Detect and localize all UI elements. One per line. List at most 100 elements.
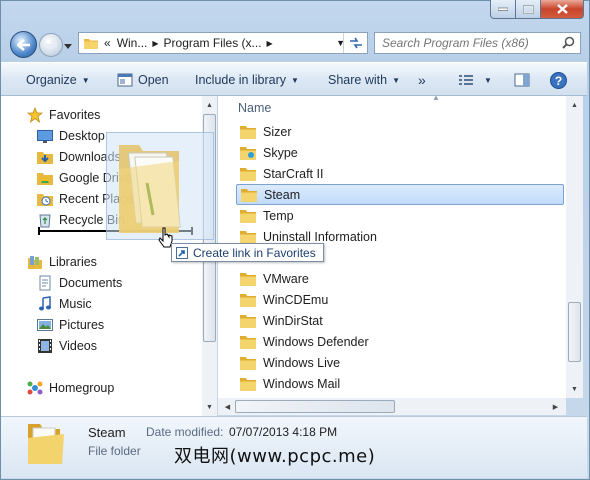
search-input[interactable] bbox=[375, 36, 555, 50]
minimize-button[interactable] bbox=[490, 0, 516, 19]
file-name: Steam bbox=[264, 187, 301, 202]
scroll-right-arrow[interactable]: ▶ bbox=[548, 400, 563, 414]
recent-places-icon bbox=[37, 191, 53, 207]
nav-item-music[interactable]: Music bbox=[37, 294, 92, 314]
change-view-button[interactable]: ▼ bbox=[458, 63, 492, 97]
share-with-button[interactable]: Share with ▼ bbox=[328, 63, 400, 97]
open-button[interactable]: Open bbox=[117, 63, 169, 97]
breadcrumb-program-files[interactable]: Program Files (x... bbox=[164, 36, 262, 50]
forward-button[interactable] bbox=[39, 33, 63, 57]
file-name: WinDirStat bbox=[263, 313, 323, 328]
file-name: Skype bbox=[263, 145, 298, 160]
downloads-icon bbox=[37, 149, 53, 165]
file-row-starcraft-ii[interactable]: StarCraft II bbox=[236, 163, 564, 184]
overflow-chevron[interactable]: « bbox=[104, 36, 111, 50]
folder-icon bbox=[240, 272, 256, 286]
file-name: Windows Mail bbox=[263, 376, 341, 391]
google-drive-icon bbox=[37, 170, 53, 186]
star-icon bbox=[27, 107, 43, 123]
scroll-up-arrow[interactable]: ▲ bbox=[567, 98, 582, 112]
folder-icon bbox=[240, 335, 256, 349]
details-item-name: Steam bbox=[88, 425, 126, 440]
folder-icon bbox=[241, 188, 257, 202]
more-commands-label: » bbox=[418, 72, 426, 88]
file-list-vertical-scrollbar[interactable]: ▲ ▼ bbox=[566, 96, 583, 398]
refresh-button[interactable] bbox=[343, 33, 367, 53]
close-button[interactable] bbox=[541, 0, 584, 19]
file-name: Windows Defender bbox=[263, 334, 369, 349]
file-row-windows-mail[interactable]: Windows Mail bbox=[236, 373, 564, 394]
music-icon bbox=[37, 296, 53, 312]
organize-button[interactable]: Organize ▼ bbox=[26, 63, 90, 97]
folder-large-icon bbox=[28, 424, 64, 464]
file-name: WinCDEmu bbox=[263, 292, 329, 307]
breadcrumb-windows[interactable]: Win... bbox=[117, 36, 148, 50]
nav-libraries[interactable]: Libraries bbox=[27, 252, 97, 272]
more-commands-button[interactable]: » bbox=[418, 63, 426, 97]
breadcrumb-separator[interactable]: ▶ bbox=[152, 39, 158, 48]
file-row-vmware[interactable]: VMware bbox=[236, 268, 564, 289]
nav-item-documents[interactable]: Documents bbox=[37, 273, 122, 293]
share-with-label: Share with bbox=[328, 73, 388, 87]
preview-pane-button[interactable] bbox=[514, 63, 530, 97]
nav-item-videos[interactable]: Videos bbox=[37, 336, 97, 356]
nav-favorites[interactable]: Favorites bbox=[27, 105, 100, 125]
search-box[interactable] bbox=[374, 32, 581, 54]
search-icon bbox=[562, 36, 575, 49]
details-item-type: File folder bbox=[88, 444, 141, 458]
file-row-windirstat[interactable]: WinDirStat bbox=[236, 310, 564, 331]
scroll-up-arrow[interactable]: ▲ bbox=[202, 98, 217, 112]
file-list-horizontal-scrollbar[interactable]: ◀ ▶ bbox=[218, 398, 566, 415]
watermark-text: 双电网(www.pcpc.me) bbox=[174, 446, 376, 467]
desktop-icon bbox=[37, 128, 53, 144]
file-name: Sizer bbox=[263, 124, 292, 139]
nav-item-desktop[interactable]: Desktop bbox=[37, 126, 105, 146]
folder-icon bbox=[240, 377, 256, 391]
file-row-temp[interactable]: Temp bbox=[236, 205, 564, 226]
file-row-windows-live[interactable]: Windows Live bbox=[236, 352, 564, 373]
nav-favorites-label: Favorites bbox=[49, 108, 101, 122]
file-row-windows-defender[interactable]: Windows Defender bbox=[236, 331, 564, 352]
drag-tooltip-text: Create link in Favorites bbox=[193, 245, 316, 260]
scroll-thumb[interactable] bbox=[235, 400, 395, 413]
details-modified-value: 07/07/2013 4:18 PM bbox=[229, 425, 338, 439]
caption-buttons bbox=[490, 0, 584, 19]
file-row-wincdemu[interactable]: WinCDEmu bbox=[236, 289, 564, 310]
back-button[interactable] bbox=[10, 31, 37, 58]
drag-ghost-image bbox=[106, 132, 214, 240]
file-row-sizer[interactable]: Sizer bbox=[236, 121, 564, 142]
file-name: Windows Live bbox=[263, 355, 341, 370]
chevron-down-icon bbox=[64, 44, 72, 49]
breadcrumb-separator[interactable]: ▶ bbox=[267, 39, 273, 48]
scroll-thumb[interactable] bbox=[568, 302, 581, 362]
recycle-bin-icon bbox=[37, 212, 53, 228]
homegroup-icon bbox=[27, 380, 43, 396]
recent-locations-button[interactable] bbox=[64, 38, 76, 50]
help-button[interactable]: ? bbox=[550, 63, 567, 97]
nav-item-pictures[interactable]: Pictures bbox=[37, 315, 104, 335]
file-row-skype[interactable]: Skype bbox=[236, 142, 564, 163]
dropdown-arrow-icon: ▼ bbox=[81, 75, 90, 85]
dropdown-arrow-icon: ▼ bbox=[484, 75, 492, 85]
file-name: Temp bbox=[263, 208, 294, 223]
nav-item-label: Pictures bbox=[59, 318, 105, 332]
nav-libraries-label: Libraries bbox=[49, 255, 97, 269]
open-window-icon bbox=[117, 73, 133, 87]
scroll-down-arrow[interactable]: ▼ bbox=[202, 400, 217, 414]
maximize-button[interactable] bbox=[516, 0, 541, 19]
column-header-name[interactable]: Name bbox=[238, 101, 271, 115]
nav-homegroup[interactable]: Homegroup bbox=[27, 378, 114, 398]
file-row-steam[interactable]: Steam bbox=[236, 184, 564, 205]
folder-icon bbox=[240, 356, 256, 370]
folder-icon bbox=[240, 314, 256, 328]
close-icon bbox=[556, 4, 568, 14]
folder-icon bbox=[240, 167, 256, 181]
scroll-left-arrow[interactable]: ◀ bbox=[220, 400, 235, 414]
shortcut-arrow-icon bbox=[176, 246, 188, 259]
address-bar[interactable]: « Win... ▶ Program Files (x... ▶ ▼ bbox=[78, 32, 368, 54]
folder-icon bbox=[240, 146, 256, 160]
include-in-library-button[interactable]: Include in library ▼ bbox=[195, 63, 299, 97]
folder-icon bbox=[84, 39, 98, 49]
scroll-down-arrow[interactable]: ▼ bbox=[567, 382, 582, 396]
open-label: Open bbox=[138, 73, 169, 87]
